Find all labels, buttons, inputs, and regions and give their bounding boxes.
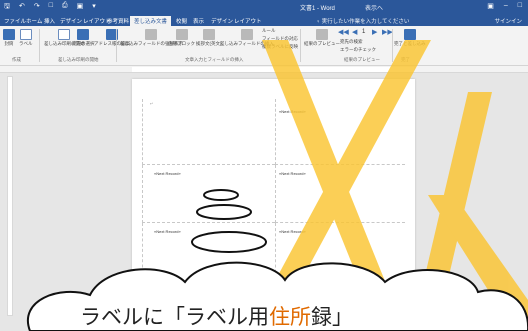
thought-dot (196, 204, 252, 220)
thought-dot (203, 189, 239, 201)
tutorial-overlay (27, 40, 528, 331)
caption-text: ラベルに「ラベル用住所録」 (80, 305, 353, 329)
thought-dot (191, 231, 267, 253)
